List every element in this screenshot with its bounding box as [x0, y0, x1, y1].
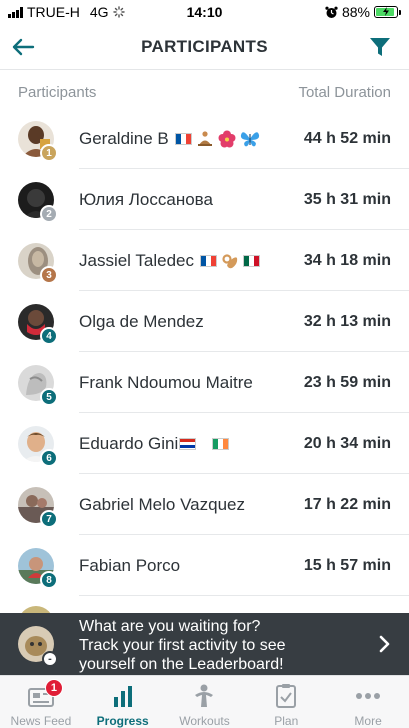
butterfly-emoji-icon: [240, 131, 259, 146]
tab-plan[interactable]: Plan: [245, 676, 327, 728]
tab-more[interactable]: More: [327, 676, 409, 728]
participant-name: Юлия Лоссанова: [79, 189, 213, 209]
list-item[interactable]: 4 Olga de Mendez 32 h 13 min: [0, 291, 409, 352]
avatar-container: 1: [18, 121, 58, 162]
battery-percent: 88%: [341, 4, 370, 20]
participants-list: 1 Geraldine B 44 h 52 min 2 Юлия Лоссано…: [0, 108, 409, 616]
tab-label: Workouts: [179, 714, 230, 728]
avatar-container: 7: [18, 487, 58, 528]
signal-icon: [8, 6, 23, 18]
participant-duration: 20 h 34 min: [303, 434, 391, 452]
participant-duration: 23 h 59 min: [303, 373, 391, 391]
rank-badge: 2: [40, 205, 58, 223]
participant-duration: 17 h 22 min: [303, 495, 391, 513]
status-bar: TRUE-H 4G 14:10 88%: [0, 0, 409, 24]
list-item[interactable]: 7 Gabriel Melo Vazquez 17 h 22 min: [0, 474, 409, 535]
name-emojis: [199, 252, 260, 270]
my-rank-badge: -: [42, 651, 58, 667]
tab-news-feed[interactable]: 1 News Feed: [0, 676, 82, 728]
banner-line-2: Track your first activity to see: [79, 637, 286, 654]
rank-badge: 5: [40, 388, 58, 406]
participant-name: Jassiel Taledec: [79, 230, 260, 291]
participant-name: Fabian Porco: [79, 555, 181, 575]
tab-label: Progress: [96, 714, 149, 728]
rank-badge: 3: [40, 266, 58, 284]
back-arrow-icon: [12, 38, 35, 56]
mexico-flag-icon: [242, 254, 260, 267]
banner-line-1: What are you waiting for?: [79, 618, 261, 635]
status-right: 88%: [325, 4, 401, 20]
plan-icon: [271, 683, 301, 709]
meditation-emoji-icon: [197, 130, 212, 146]
list-item[interactable]: 3 Jassiel Taledec 34 h 18 min: [0, 230, 409, 291]
workouts-icon: [189, 683, 219, 709]
rank-badge: 4: [40, 327, 58, 345]
filter-button[interactable]: [365, 31, 395, 63]
tab-label: More: [354, 714, 382, 728]
ok-hand-emoji-icon: [222, 253, 238, 268]
notification-badge: 1: [44, 679, 63, 697]
banner-line-3: yourself on the Leaderboard!: [79, 656, 284, 673]
list-item[interactable]: 6 Eduardo Gini 20 h 34 min: [0, 413, 409, 474]
avatar-container: 3: [18, 243, 58, 284]
progress-icon: [108, 683, 138, 709]
hibiscus-emoji-icon: [218, 130, 236, 147]
rank-badge: 7: [40, 510, 58, 528]
avatar-container: 6: [18, 426, 58, 467]
avatar-container: 5: [18, 365, 58, 406]
participant-name: Olga de Mendez: [79, 311, 204, 331]
tab-workouts[interactable]: Workouts: [164, 676, 246, 728]
my-avatar-container: -: [18, 626, 58, 667]
rank-badge: 6: [40, 449, 58, 467]
avatar-container: 2: [18, 182, 58, 223]
name-emojis: [179, 437, 230, 450]
rank-badge: 8: [40, 571, 58, 589]
chevron-right-icon[interactable]: [375, 633, 395, 655]
ireland-flag-icon: [212, 437, 230, 450]
participant-name: Gabriel Melo Vazquez: [79, 494, 245, 514]
list-item[interactable]: 8 Fabian Porco 15 h 57 min: [0, 535, 409, 596]
france-flag-icon: [199, 254, 217, 267]
carrier: TRUE-H: [27, 4, 80, 20]
column-headers: Participants Total Duration: [0, 84, 409, 108]
participant-duration: 44 h 52 min: [303, 129, 391, 147]
rank-badge: 1: [40, 144, 58, 162]
name-emojis: [174, 130, 260, 148]
list-item[interactable]: 2 Юлия Лоссанова 35 h 31 min: [0, 169, 409, 230]
participant-name: Geraldine B: [79, 108, 260, 169]
list-item[interactable]: 5 Frank Ndoumou Maitre 23 h 59 min: [0, 352, 409, 413]
participant-duration: 15 h 57 min: [303, 556, 391, 574]
header: PARTICIPANTS: [0, 24, 409, 70]
more-icon: [353, 683, 383, 709]
back-button[interactable]: [6, 30, 40, 64]
avatar-container: 8: [18, 548, 58, 589]
column-total-duration: Total Duration: [298, 84, 391, 101]
status-left: TRUE-H 4G: [8, 4, 125, 20]
list-item[interactable]: 1 Geraldine B 44 h 52 min: [0, 108, 409, 169]
participant-duration: 32 h 13 min: [303, 312, 391, 330]
tab-progress[interactable]: Progress: [82, 676, 164, 728]
avatar-container: 4: [18, 304, 58, 345]
tab-label: Plan: [274, 714, 299, 728]
paraguay-flag-icon: [179, 437, 197, 450]
filter-icon: [370, 38, 390, 56]
leaderboard-prompt-banner[interactable]: - What are you waiting for? Track your f…: [0, 613, 409, 675]
loading-icon: [112, 6, 125, 18]
page-title: PARTICIPANTS: [141, 36, 268, 56]
participant-name: Eduardo Gini: [79, 413, 230, 474]
participant-duration: 35 h 31 min: [303, 190, 391, 208]
tab-bar: 1 News Feed Progress Workouts Plan More: [0, 675, 409, 728]
tab-label: News Feed: [10, 714, 72, 728]
banner-message: What are you waiting for? Track your fir…: [79, 617, 369, 674]
france-flag-icon: [174, 132, 192, 145]
participant-duration: 34 h 18 min: [303, 251, 391, 269]
network-type: 4G: [89, 4, 109, 20]
battery-icon: [374, 6, 401, 18]
column-participants: Participants: [18, 84, 97, 101]
participant-name: Frank Ndoumou Maitre: [79, 372, 253, 392]
alarm-icon: [325, 6, 338, 18]
